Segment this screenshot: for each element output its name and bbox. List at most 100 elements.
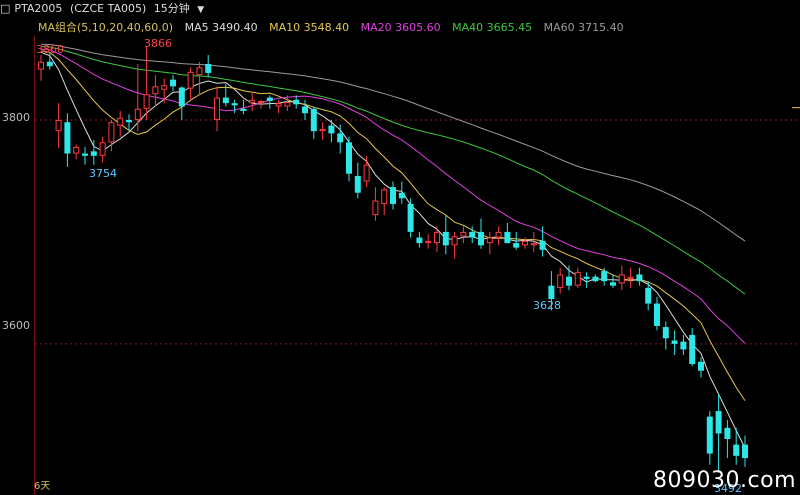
exchange-label: (CZCE TA005) [69,2,147,15]
candle-body-down [548,285,555,300]
candle-body-up [214,97,220,120]
candle-body-up [99,142,106,156]
candle-body-down [90,151,97,156]
candle-body-down [64,122,71,154]
candle-body-down [654,303,660,326]
candle-body-down [724,427,731,440]
candle-body-down [742,444,748,459]
ma5-value: MA5 3490.40 [184,21,258,34]
candle-body-down [583,276,590,279]
candle-body-down [513,243,520,248]
candle-body-down [266,97,273,101]
ma40-value: MA40 3665.45 [452,21,533,34]
ma10-value: MA10 3548.40 [269,21,350,34]
candle-body-down [205,63,212,73]
candle-body-up [258,100,264,103]
candle-body-up [319,128,326,132]
candle-body-down [398,192,405,199]
candle-body-up [161,85,168,90]
candle-body-down [671,340,678,344]
y-axis-label-3800: 3800 [2,111,30,124]
candle-body-down [354,175,361,193]
candle-body-down [662,327,669,339]
candle-body-up [451,236,458,246]
candle-body-down [407,203,414,232]
candle-body-up [530,243,537,246]
symbol-label: PTA2005 [14,2,63,15]
candle-body-up [460,231,467,237]
candle-body-down [733,444,740,456]
ma60-value: MA60 3715.40 [543,21,624,34]
candle-body-down [442,231,449,246]
candle-body-down [539,240,546,250]
candle-body-up [38,61,44,70]
candle-body-down [469,231,476,238]
candle-body-down [706,416,713,454]
candle-body-down [46,61,53,67]
candle-body-up [522,240,528,246]
ma-group-label[interactable]: MA组合(5,10,20,40,60,0) [38,21,173,34]
candle-body-up [486,237,493,244]
candle-body-down [416,237,423,244]
candle-body-up [73,146,80,154]
ma20-value: MA20 3605.60 [360,21,441,34]
candle-body-up [196,67,203,76]
candle-body-down [337,133,344,143]
candle-body-down [610,282,616,286]
candle-body-down [645,287,652,304]
candle-body-up [152,86,159,95]
candle-body-up [627,276,634,279]
candle-body-down [346,142,352,174]
candle-body-up [381,189,388,204]
annotation-high-3866: 3866 [144,37,172,50]
annotation-low-3628: 3628 [533,299,561,312]
candle-body-up [275,103,282,107]
candle-body-down [636,274,643,282]
candle-body-down [231,103,238,106]
period-label[interactable]: 15分钟 [154,2,190,15]
candle-body-down [328,125,335,134]
candlestick-chart[interactable] [0,0,800,495]
candle-body-down [592,276,599,282]
candle-body-down [715,411,722,434]
watermark: 809030.com [653,468,796,493]
chart-left-border [34,36,35,495]
candle-body-up [249,99,256,104]
candle-body-down [601,271,608,282]
candle-body-up [425,240,432,244]
candle-body-up [434,231,440,244]
candle-body-up [117,117,124,126]
candle-body-down [310,108,317,132]
period-count-label: 6天 [34,481,51,492]
candle-body-up [55,119,62,132]
square-icon: □ [0,2,11,15]
candle-body-down [478,231,484,246]
candle-body-up [557,274,564,288]
annotation-high-3860: 3860 [36,43,64,56]
candle-body-down [390,187,396,204]
candle-body-up [495,231,502,238]
candle-body-down [178,87,185,107]
annotation-low-3754: 3754 [89,167,117,180]
candle-body-down [698,361,704,371]
candle-body-down [293,99,300,105]
y-axis-label-3600: 3600 [2,319,30,332]
candle-body-down [222,97,229,104]
chart-header: □ PTA2005 (CZCE TA005) 15分钟 ▼ [0,0,208,18]
candle-body-down [689,334,696,365]
candle-body-up [574,272,581,286]
candle-body-down [504,231,511,244]
candle-body-down [82,153,88,156]
candle-body-up [134,108,141,120]
candle-body-down [302,106,308,114]
candle-body-up [284,102,291,107]
candle-body-down [566,276,572,286]
candle-body-down [240,108,247,112]
ma-legend: MA组合(5,10,20,40,60,0) MA5 3490.40 MA10 3… [38,20,632,36]
candle-body-up [143,94,150,109]
candle-body-up [187,71,194,89]
candle-body-up [108,122,115,143]
candle-body-down [170,79,176,87]
candle-body-up [372,200,379,216]
period-dropdown-icon[interactable]: ▼ [197,5,204,15]
